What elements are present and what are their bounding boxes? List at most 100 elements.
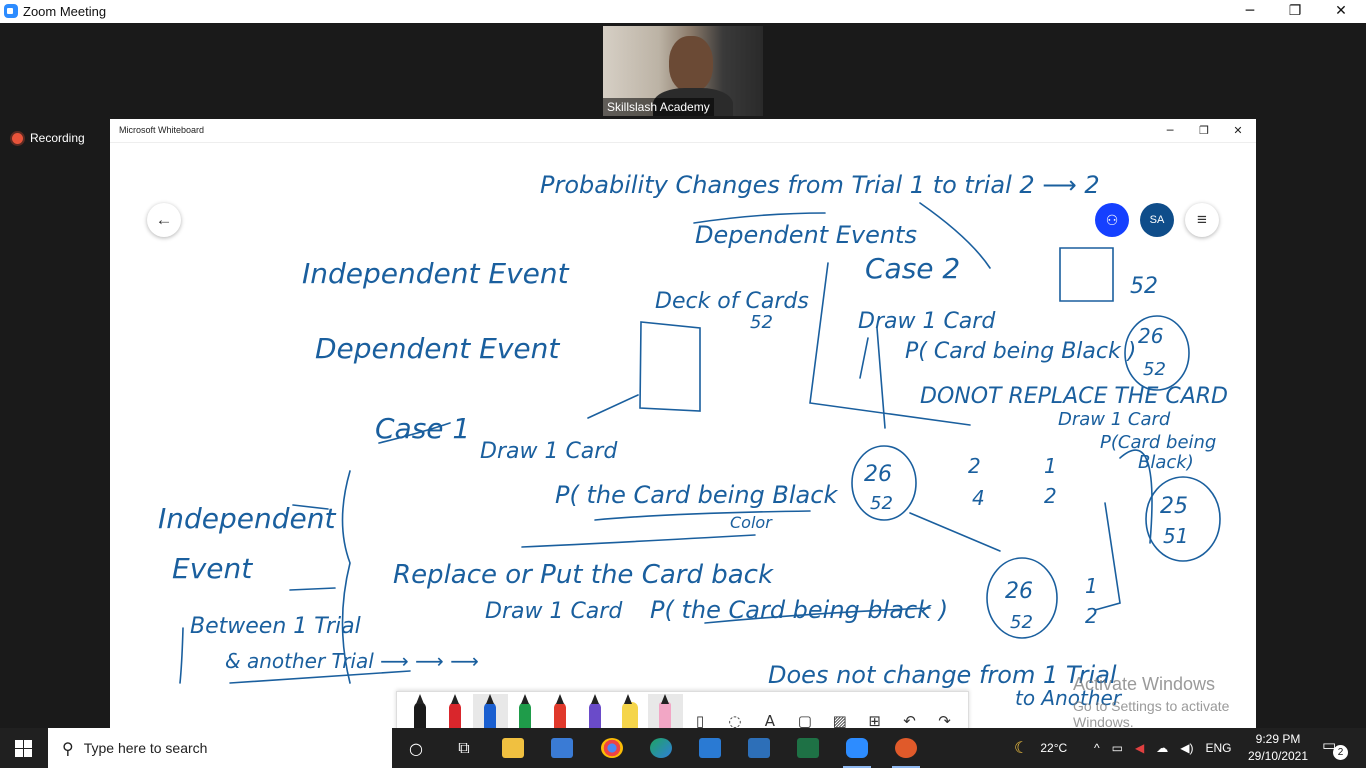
moon-cloud-icon: ☾ (1014, 740, 1029, 757)
ruler-icon[interactable]: ▯ (683, 694, 718, 730)
search-placeholder: Type here to search (83, 740, 208, 756)
activate-windows-title: Activate Windows (1073, 674, 1216, 694)
mail-icon[interactable] (690, 733, 730, 763)
brace-between (179, 627, 184, 684)
weather-widget[interactable]: ☾ 22°C (1014, 728, 1067, 768)
edge-icon[interactable] (641, 733, 681, 763)
participant-face (669, 36, 713, 92)
ink-do-not-replace: DONOT REPLACE THE CARD (920, 384, 1228, 409)
ink-black-word: Black) (1138, 452, 1194, 473)
eraser-tool[interactable] (647, 694, 683, 730)
whiteboard-canvas[interactable]: Probability Changes from Trial 1 to tria… (110, 143, 1256, 728)
pen-red2-tool[interactable] (543, 694, 578, 730)
highlighter-yellow-tool[interactable] (613, 694, 648, 730)
clock-date: 29/10/2021 (1247, 749, 1309, 763)
invite-person-icon[interactable]: ⚇ (1095, 203, 1129, 237)
ink-deck-of-cards: Deck of Cards (655, 289, 809, 314)
ink-heading2: Dependent Events (695, 221, 917, 249)
taskbar-search-box[interactable]: ⚲ Type here to search (48, 728, 392, 768)
arrow-between (289, 587, 336, 591)
hamburger-menu-icon[interactable]: ≡ (1185, 203, 1219, 237)
windows-taskbar: ⚲ Type here to search ○ ⧉ ☾ 22°C ^ ▭ ◀ ☁… (0, 728, 1366, 768)
back-arrow-button[interactable]: ← (147, 203, 181, 237)
chrome-icon[interactable] (592, 733, 632, 763)
insert-icon[interactable]: ⊞ (857, 694, 892, 730)
ink-toolbar: ▯ ◌ A ▢ ▨ ⊞ ↶ ↷ (396, 691, 969, 731)
taskbar-clock[interactable]: 9:29 PM 29/10/2021 (1238, 731, 1318, 765)
whiteboard-taskbar-icon[interactable] (886, 733, 926, 768)
ink-c2-52: 52 (1143, 359, 1166, 380)
ink-c2-51: 51 (1163, 524, 1188, 548)
pen-red-tool[interactable] (438, 694, 473, 730)
whiteboard-window: Microsoft Whiteboard ─ ❐ ✕ Probability C… (110, 119, 1256, 728)
deck-rectangle (639, 321, 701, 412)
ink-p-black2: P( the Card being black ) (650, 596, 948, 624)
notification-center-icon[interactable]: ▭ 2 (1322, 736, 1348, 760)
lasso-icon[interactable]: ◌ (717, 694, 752, 730)
ink-eq-26: 26 (1005, 579, 1033, 604)
participant-video-tile[interactable]: Skillslash Academy (603, 26, 763, 116)
mute-icon[interactable]: ◀ (1135, 741, 1144, 755)
pen-purple-tool[interactable] (578, 694, 613, 730)
pen-blue-tool[interactable] (472, 694, 508, 730)
ink-p-black: P( the Card being Black (555, 481, 838, 509)
ink-independent-event: Independent Event (302, 257, 570, 290)
tray-chevron-icon[interactable]: ^ (1094, 741, 1100, 755)
zoom-close-button[interactable]: ✕ (1318, 0, 1364, 23)
task-view-icon[interactable]: ⧉ (444, 733, 484, 763)
ink-not-change: Does not change from 1 Trial (768, 661, 1117, 689)
onedrive-icon[interactable]: ☁ (1156, 741, 1168, 755)
user-avatar[interactable]: SA (1140, 203, 1174, 237)
pen-green-tool[interactable] (508, 694, 543, 730)
ink-eq-1: 1 (1085, 574, 1098, 598)
whiteboard-minimize-button[interactable]: ─ (1153, 121, 1187, 141)
ink-p-black4: P(Card being (1100, 432, 1216, 453)
image-icon[interactable]: ▨ (822, 694, 857, 730)
recording-indicator[interactable]: Recording (12, 131, 85, 145)
language-indicator[interactable]: ENG (1205, 741, 1231, 755)
ink-p-black3: P( Card being Black ) (905, 339, 1136, 364)
weather-temp: 22°C (1040, 741, 1068, 755)
redo-icon[interactable]: ↷ (927, 694, 962, 730)
cortana-icon[interactable]: ○ (396, 733, 436, 763)
ink-draw1-b: Draw 1 Card (485, 599, 623, 624)
pen-black-tool[interactable] (403, 694, 438, 730)
zoom-minimize-button[interactable]: ─ (1227, 0, 1273, 23)
excel-icon[interactable] (788, 733, 828, 763)
ink-draw1-d: Draw 1 Card (1058, 409, 1171, 430)
ink-event-word: Event (172, 552, 253, 585)
whiteboard-restore-button[interactable]: ❐ (1187, 121, 1221, 141)
circle-25-51 (1145, 476, 1221, 562)
ink-case2: Case 2 (865, 252, 960, 285)
notification-count: 2 (1333, 745, 1348, 760)
ink-c2-26: 26 (1138, 324, 1163, 348)
file-explorer-icon[interactable] (493, 733, 533, 763)
ink-eq-2: 2 (1085, 604, 1098, 628)
recording-label: Recording (30, 131, 85, 145)
zoom-restore-button[interactable]: ❐ (1272, 0, 1318, 23)
card-square (1059, 247, 1114, 302)
text-tool-icon[interactable]: A (752, 694, 787, 730)
store-icon[interactable] (542, 733, 582, 763)
ink-frac-26: 26 (864, 462, 892, 487)
participant-name: Skillslash Academy (603, 98, 714, 116)
underline-p-black (594, 510, 811, 521)
undo-icon[interactable]: ↶ (892, 694, 927, 730)
ink-frac-2b: 2 (1044, 484, 1057, 508)
arrow-deck-to-case1 (587, 394, 639, 419)
zoom-window-title: Zoom Meeting (23, 4, 107, 19)
volume-icon[interactable]: ◀) (1180, 741, 1193, 755)
photos-icon[interactable] (739, 733, 779, 763)
zoom-taskbar-icon[interactable] (837, 733, 877, 768)
search-icon: ⚲ (62, 738, 74, 758)
whiteboard-close-button[interactable]: ✕ (1221, 121, 1255, 141)
ink-another-trial: & another Trial ⟶ ⟶ ⟶ (225, 649, 479, 673)
windows-start-icon[interactable] (15, 740, 32, 757)
arrow-26-to-26 (909, 512, 1001, 552)
note-icon[interactable]: ▢ (787, 694, 822, 730)
ink-layer: Probability Changes from Trial 1 to tria… (158, 171, 1228, 710)
system-tray: ^ ▭ ◀ ☁ ◀) ENG (1094, 728, 1231, 768)
battery-icon[interactable]: ▭ (1112, 741, 1123, 755)
ink-heading1: Probability Changes from Trial 1 to tria… (540, 171, 1100, 199)
ink-case1: Case 1 (375, 412, 470, 445)
